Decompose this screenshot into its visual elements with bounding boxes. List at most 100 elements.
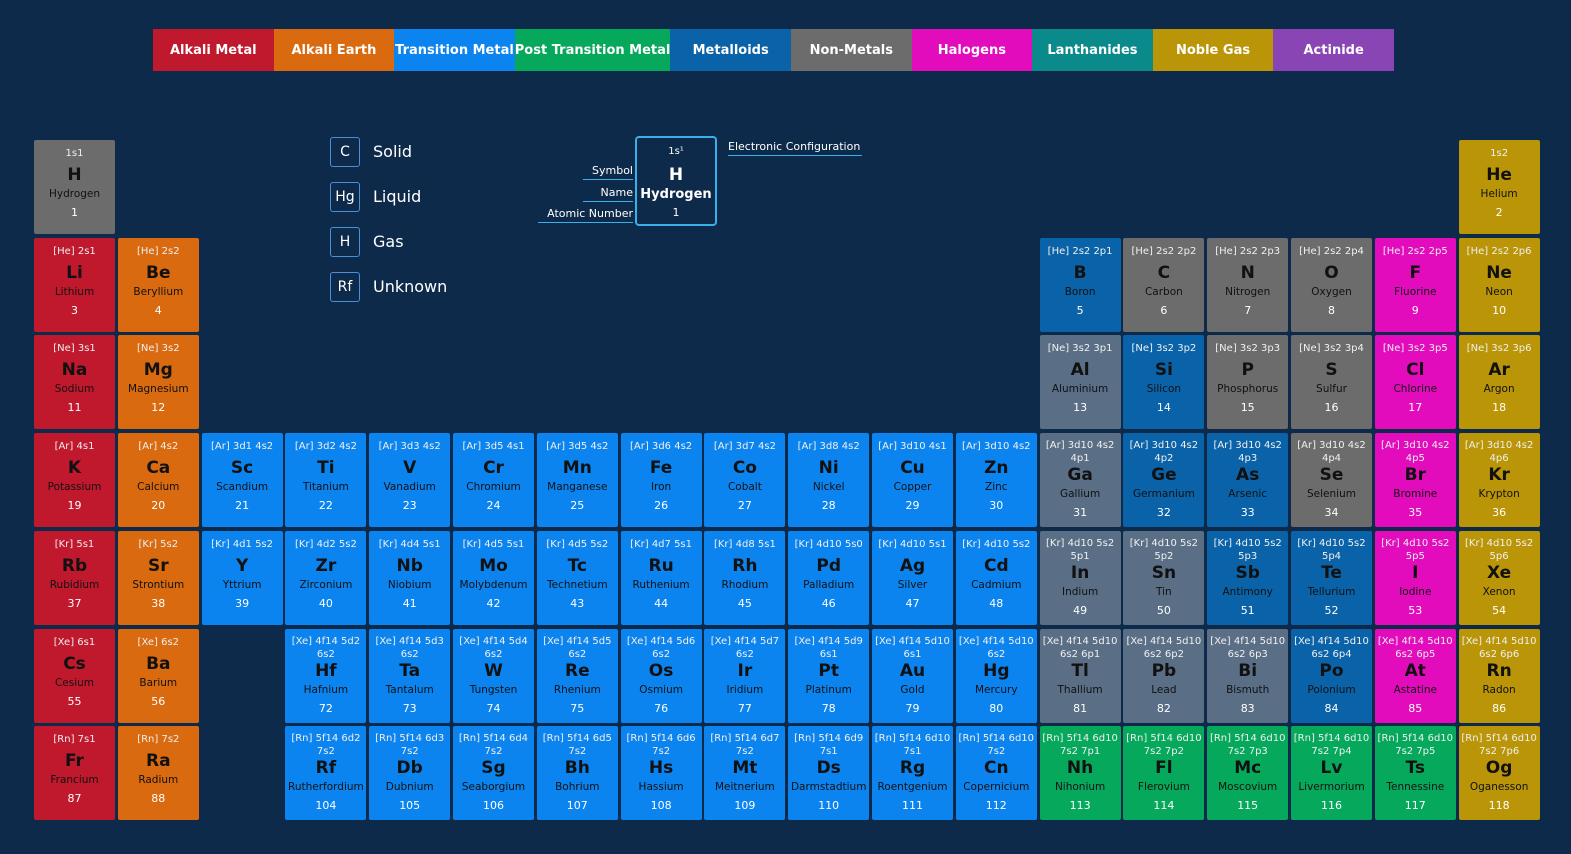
element-antimony[interactable]: [Kr] 4d10 5s2 5p3 Sb Antimony 51 — [1207, 530, 1289, 625]
element-carbon[interactable]: [He] 2s2 2p2 C Carbon 6 — [1123, 237, 1205, 332]
element-argon[interactable]: [Ne] 3s2 3p6 Ar Argon 18 — [1458, 335, 1540, 430]
element-neon[interactable]: [He] 2s2 2p6 Ne Neon 10 — [1458, 237, 1540, 332]
element-helium[interactable]: 1s2 He Helium 2 — [1458, 140, 1540, 234]
element-selenium[interactable]: [Ar] 3d10 4s2 4p4 Se Selenium 34 — [1291, 433, 1372, 528]
element-iodine[interactable]: [Kr] 4d10 5s2 5p5 I Iodine 53 — [1374, 530, 1456, 625]
element-meitnerium[interactable]: [Rn] 5f14 6d7 7s2 Mt Meitnerium 109 — [704, 726, 786, 821]
element-lead[interactable]: [Xe] 4f14 5d10 6s2 6p2 Pb Lead 82 — [1123, 628, 1205, 723]
element-hassium[interactable]: [Rn] 5f14 6d6 7s2 Hs Hassium 108 — [620, 726, 702, 821]
element-bismuth[interactable]: [Xe] 4f14 5d10 6s2 6p3 Bi Bismuth 83 — [1207, 628, 1289, 723]
element-aluminium[interactable]: [Ne] 3s2 3p1 Al Aluminium 13 — [1039, 335, 1121, 430]
element-krypton[interactable]: [Ar] 3d10 4s2 4p6 Kr Krypton 36 — [1458, 433, 1540, 528]
element-radium[interactable]: [Rn] 7s2 Ra Radium 88 — [117, 726, 199, 821]
element-molybdenum[interactable]: [Kr] 4d5 5s1 Mo Molybdenum 42 — [453, 530, 534, 625]
element-tin[interactable]: [Kr] 4d10 5s2 5p2 Sn Tin 50 — [1123, 530, 1205, 625]
element-calcium[interactable]: [Ar] 4s2 Ca Calcium 20 — [117, 433, 199, 528]
legend-lanthanide[interactable]: Lanthanides — [1032, 29, 1153, 71]
element-mercury[interactable]: [Xe] 4f14 5d10 6s2 Hg Mercury 80 — [955, 628, 1037, 723]
element-rubidium[interactable]: [Kr] 5s1 Rb Rubidium 37 — [34, 530, 115, 625]
legend-earth[interactable]: Alkali Earth — [273, 29, 395, 71]
element-moscovium[interactable]: [Rn] 5f14 6d10 7s2 7p3 Mc Moscovium 115 — [1207, 726, 1289, 821]
element-seaborgium[interactable]: [Rn] 5f14 6d4 7s2 Sg Seaborgium 106 — [453, 726, 534, 821]
element-gallium[interactable]: [Ar] 3d10 4s2 4p1 Ga Gallium 31 — [1039, 433, 1121, 528]
element-tennessine[interactable]: [Rn] 5f14 6d10 7s2 7p5 Ts Tennessine 117 — [1374, 726, 1456, 821]
element-cadmium[interactable]: [Kr] 4d10 5s2 Cd Cadmium 48 — [955, 530, 1037, 625]
element-hydrogen[interactable]: 1s1 H Hydrogen 1 — [34, 140, 115, 234]
legend-noble[interactable]: Noble Gas — [1152, 29, 1274, 71]
element-phosphorus[interactable]: [Ne] 3s2 3p3 P Phosphorus 15 — [1207, 335, 1289, 430]
element-lithium[interactable]: [He] 2s1 Li Lithium 3 — [34, 237, 115, 332]
element-livermorium[interactable]: [Rn] 5f14 6d10 7s2 7p4 Lv Livermorium 116 — [1291, 726, 1372, 821]
element-cobalt[interactable]: [Ar] 3d7 4s2 Co Cobalt 27 — [704, 433, 786, 528]
element-roentgenium[interactable]: [Rn] 5f14 6d10 7s1 Rg Roentgenium 111 — [872, 726, 953, 821]
element-germanium[interactable]: [Ar] 3d10 4s2 4p2 Ge Germanium 32 — [1123, 433, 1205, 528]
element-iron[interactable]: [Ar] 3d6 4s2 Fe Iron 26 — [620, 433, 702, 528]
element-technetium[interactable]: [Kr] 4d5 5s2 Tc Technetium 43 — [536, 530, 618, 625]
element-niobium[interactable]: [Kr] 4d4 5s1 Nb Niobium 41 — [369, 530, 451, 625]
legend-nonmetal[interactable]: Non-Metals — [790, 29, 912, 71]
element-arsenic[interactable]: [Ar] 3d10 4s2 4p3 As Arsenic 33 — [1207, 433, 1289, 528]
element-xenon[interactable]: [Kr] 4d10 5s2 5p6 Xe Xenon 54 — [1458, 530, 1540, 625]
element-ruthenium[interactable]: [Kr] 4d7 5s1 Ru Ruthenium 44 — [620, 530, 702, 625]
element-thallium[interactable]: [Xe] 4f14 5d10 6s2 6p1 Tl Thallium 81 — [1039, 628, 1121, 723]
element-boron[interactable]: [He] 2s2 2p1 B Boron 5 — [1039, 237, 1121, 332]
element-astatine[interactable]: [Xe] 4f14 5d10 6s2 6p5 At Astatine 85 — [1374, 628, 1456, 723]
legend-actinide[interactable]: Actinide — [1273, 29, 1394, 71]
element-scandium[interactable]: [Ar] 3d1 4s2 Sc Scandium 21 — [201, 433, 283, 528]
element-platinum[interactable]: [Xe] 4f14 5d9 6s1 Pt Platinum 78 — [788, 628, 870, 723]
element-silicon[interactable]: [Ne] 3s2 3p2 Si Silicon 14 — [1123, 335, 1205, 430]
element-zinc[interactable]: [Ar] 3d10 4s2 Zn Zinc 30 — [955, 433, 1037, 528]
legend-post[interactable]: Post Transition Metal — [514, 29, 671, 71]
element-bohrium[interactable]: [Rn] 5f14 6d5 7s2 Bh Bohrium 107 — [536, 726, 618, 821]
legend-metalloid[interactable]: Metalloids — [670, 29, 791, 71]
element-francium[interactable]: [Rn] 7s1 Fr Francium 87 — [34, 726, 115, 821]
element-rhodium[interactable]: [Kr] 4d8 5s1 Rh Rhodium 45 — [704, 530, 786, 625]
element-polonium[interactable]: [Xe] 4f14 5d10 6s2 6p4 Po Polonium 84 — [1291, 628, 1372, 723]
element-rutherfordium[interactable]: [Rn] 5f14 6d2 7s2 Rf Rutherfordium 104 — [285, 726, 367, 821]
element-titanium[interactable]: [Ar] 3d2 4s2 Ti Titanium 22 — [285, 433, 367, 528]
element-iridium[interactable]: [Xe] 4f14 5d7 6s2 Ir Iridium 77 — [704, 628, 786, 723]
element-symbol: Cu — [900, 458, 925, 479]
element-radon[interactable]: [Xe] 4f14 5d10 6s2 6p6 Rn Radon 86 — [1458, 628, 1540, 723]
element-chlorine[interactable]: [Ne] 3s2 3p5 Cl Chlorine 17 — [1374, 335, 1456, 430]
element-barium[interactable]: [Xe] 6s2 Ba Barium 56 — [117, 628, 199, 723]
element-palladium[interactable]: [Kr] 4d10 5s0 Pd Palladium 46 — [788, 530, 870, 625]
element-oxygen[interactable]: [He] 2s2 2p4 O Oxygen 8 — [1291, 237, 1372, 332]
element-beryllium[interactable]: [He] 2s2 Be Beryllium 4 — [117, 237, 199, 332]
element-potassium[interactable]: [Ar] 4s1 K Potassium 19 — [34, 433, 115, 528]
element-gold[interactable]: [Xe] 4f14 5d10 6s1 Au Gold 79 — [872, 628, 953, 723]
element-zirconium[interactable]: [Kr] 4d2 5s2 Zr Zirconium 40 — [285, 530, 367, 625]
element-darmstadtium[interactable]: [Rn] 5f14 6d9 7s1 Ds Darmstadtium 110 — [788, 726, 870, 821]
element-vanadium[interactable]: [Ar] 3d3 4s2 V Vanadium 23 — [369, 433, 451, 528]
element-fluorine[interactable]: [He] 2s2 2p5 F Fluorine 9 — [1374, 237, 1456, 332]
element-number: 108 — [650, 799, 672, 813]
element-dubnium[interactable]: [Rn] 5f14 6d3 7s2 Db Dubnium 105 — [369, 726, 451, 821]
element-osmium[interactable]: [Xe] 4f14 5d6 6s2 Os Osmium 76 — [620, 628, 702, 723]
element-yttrium[interactable]: [Kr] 4d1 5s2 Y Yttrium 39 — [201, 530, 283, 625]
element-nitrogen[interactable]: [He] 2s2 2p3 N Nitrogen 7 — [1207, 237, 1289, 332]
element-chromium[interactable]: [Ar] 3d5 4s1 Cr Chromium 24 — [453, 433, 534, 528]
element-rhenium[interactable]: [Xe] 4f14 5d5 6s2 Re Rhenium 75 — [536, 628, 618, 723]
element-cesium[interactable]: [Xe] 6s1 Cs Cesium 55 — [34, 628, 115, 723]
element-sodium[interactable]: [Ne] 3s1 Na Sodium 11 — [34, 335, 115, 430]
element-tantalum[interactable]: [Xe] 4f14 5d3 6s2 Ta Tantalum 73 — [369, 628, 451, 723]
element-tellurium[interactable]: [Kr] 4d10 5s2 5p4 Te Tellurium 52 — [1291, 530, 1372, 625]
element-nickel[interactable]: [Ar] 3d8 4s2 Ni Nickel 28 — [788, 433, 870, 528]
element-copper[interactable]: [Ar] 3d10 4s1 Cu Copper 29 — [872, 433, 953, 528]
legend-alkali[interactable]: Alkali Metal — [153, 29, 274, 71]
legend-transition[interactable]: Transition Metal — [394, 29, 515, 71]
element-nihonium[interactable]: [Rn] 5f14 6d10 7s2 7p1 Nh Nihonium 113 — [1039, 726, 1121, 821]
element-copernicium[interactable]: [Rn] 5f14 6d10 7s2 Cn Copernicium 112 — [955, 726, 1037, 821]
element-bromine[interactable]: [Ar] 3d10 4s2 4p5 Br Bromine 35 — [1374, 433, 1456, 528]
element-oganesson[interactable]: [Rn] 5f14 6d10 7s2 7p6 Og Oganesson 118 — [1458, 726, 1540, 821]
element-hafnium[interactable]: [Xe] 4f14 5d2 6s2 Hf Hafnium 72 — [285, 628, 367, 723]
element-flerovium[interactable]: [Rn] 5f14 6d10 7s2 7p2 Fl Flerovium 114 — [1123, 726, 1205, 821]
element-silver[interactable]: [Kr] 4d10 5s1 Ag Silver 47 — [872, 530, 953, 625]
element-strontium[interactable]: [Kr] 5s2 Sr Strontium 38 — [117, 530, 199, 625]
element-sulfur[interactable]: [Ne] 3s2 3p4 S Sulfur 16 — [1291, 335, 1372, 430]
element-manganese[interactable]: [Ar] 3d5 4s2 Mn Manganese 25 — [536, 433, 618, 528]
legend-halogen[interactable]: Halogens — [911, 29, 1033, 71]
element-tungsten[interactable]: [Xe] 4f14 5d4 6s2 W Tungsten 74 — [453, 628, 534, 723]
element-magnesium[interactable]: [Ne] 3s2 Mg Magnesium 12 — [117, 335, 199, 430]
element-indium[interactable]: [Kr] 4d10 5s2 5p1 In Indium 49 — [1039, 530, 1121, 625]
